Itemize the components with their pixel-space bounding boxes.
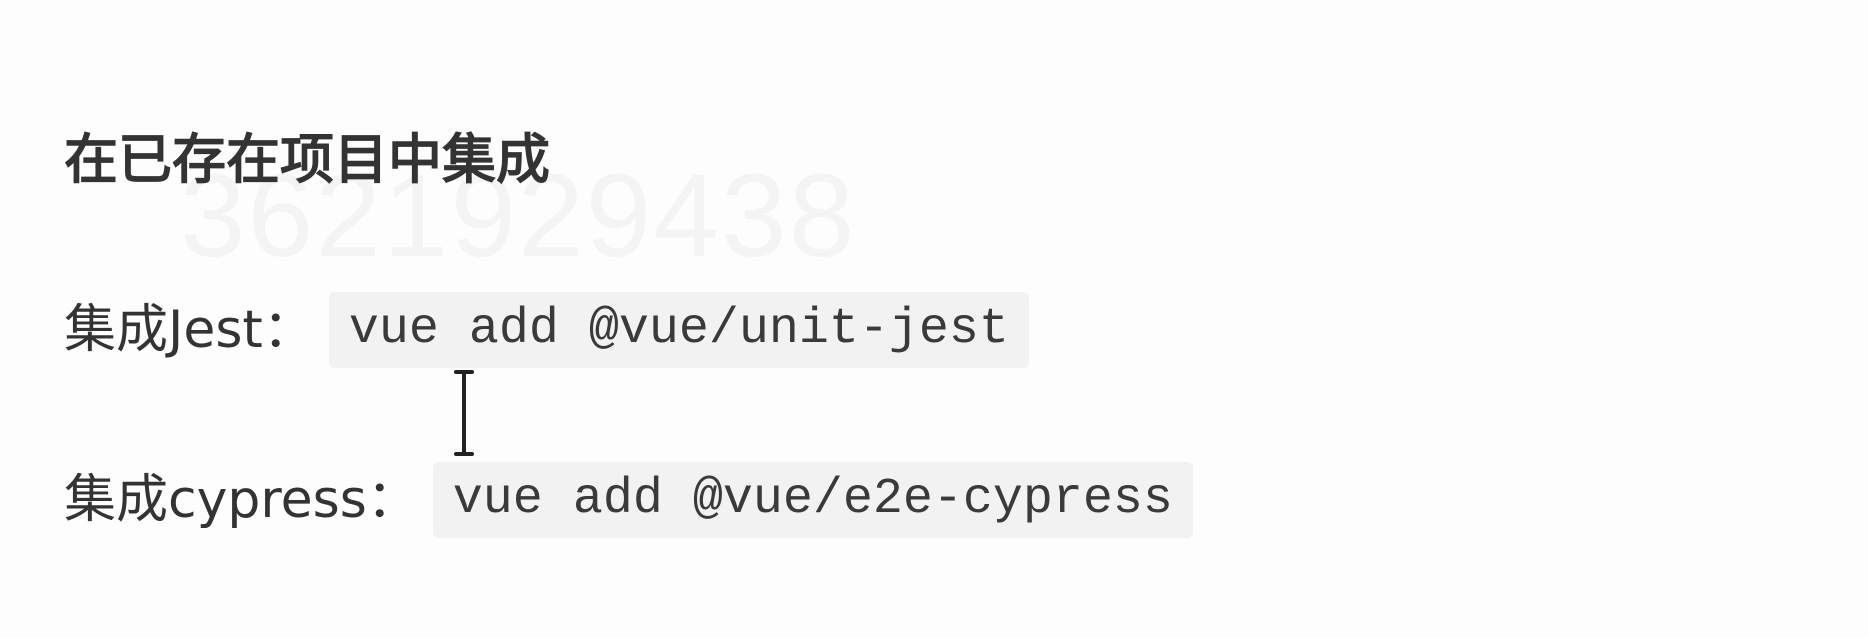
- integration-line-cypress: 集成cypress： vue add @vue/e2e-cypress: [64, 462, 1193, 538]
- section-heading: 在已存在项目中集成: [64, 128, 550, 191]
- integration-line-jest: 集成Jest： vue add @vue/unit-jest: [64, 292, 1029, 368]
- cypress-label: 集成cypress：: [64, 470, 419, 530]
- jest-label: 集成Jest：: [64, 300, 315, 360]
- cypress-command-code[interactable]: vue add @vue/e2e-cypress: [432, 462, 1193, 538]
- text-cursor-icon: [454, 370, 474, 456]
- jest-command-code[interactable]: vue add @vue/unit-jest: [328, 292, 1029, 368]
